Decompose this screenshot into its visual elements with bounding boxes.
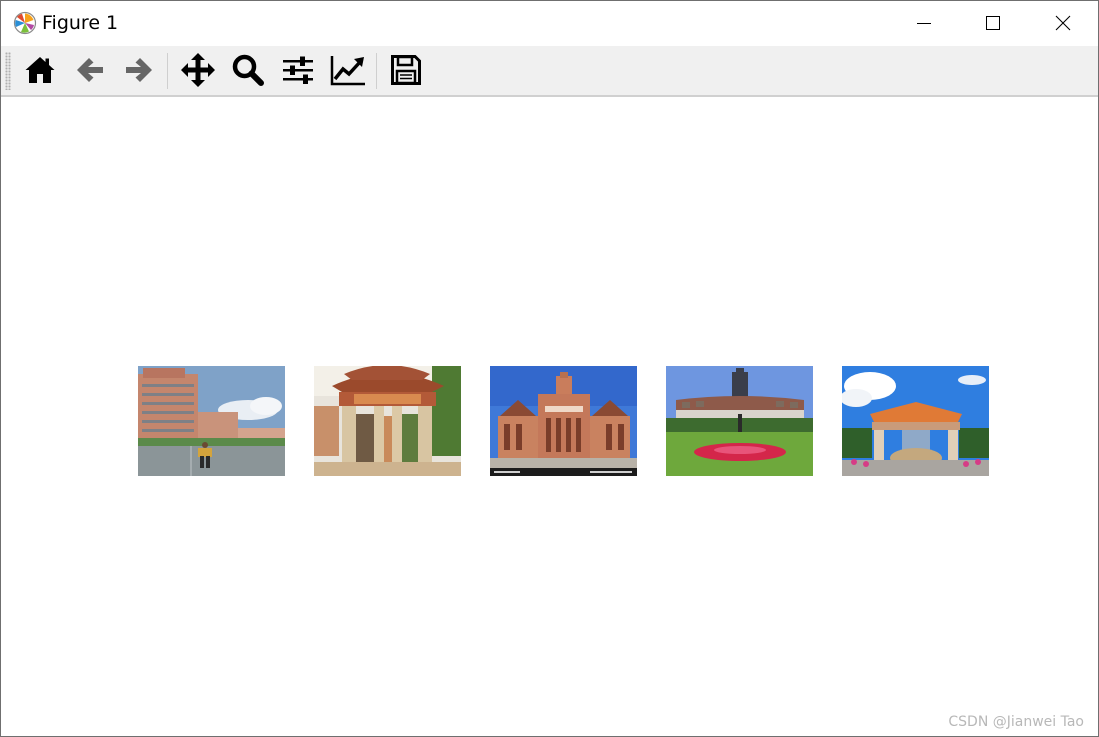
image-4 (666, 366, 813, 476)
magnifier-icon (231, 53, 265, 91)
floppy-disk-icon (390, 54, 422, 90)
arrow-right-icon (123, 55, 155, 89)
image-1 (138, 366, 285, 476)
minimize-button[interactable] (890, 1, 958, 45)
pan-button[interactable] (178, 52, 218, 92)
figure-window: Figure 1 CSDN @Jianwei Tao (0, 0, 1099, 737)
subplots-button[interactable] (278, 52, 318, 92)
minimize-icon (916, 15, 932, 31)
move-arrows-icon (180, 52, 216, 92)
back-button[interactable] (70, 52, 110, 92)
close-button[interactable] (1029, 1, 1097, 45)
line-chart-icon (330, 54, 366, 90)
arrow-left-icon (74, 55, 106, 89)
home-button[interactable] (20, 52, 60, 92)
toolbar-separator (167, 53, 168, 89)
window-title: Figure 1 (42, 12, 119, 34)
toolbar-separator (376, 53, 377, 89)
home-icon (24, 55, 56, 89)
edit-axes-button[interactable] (328, 52, 368, 92)
toolbar-grip[interactable] (5, 52, 11, 90)
close-icon (1055, 15, 1071, 31)
figure-canvas[interactable]: CSDN @Jianwei Tao (1, 97, 1098, 736)
title-bar[interactable]: Figure 1 (1, 1, 1098, 45)
maximize-icon (985, 15, 1001, 31)
image-3 (490, 366, 637, 476)
sliders-icon (282, 55, 314, 89)
maximize-button[interactable] (959, 1, 1027, 45)
forward-button[interactable] (119, 52, 159, 92)
image-2 (314, 366, 461, 476)
navigation-toolbar (1, 46, 1098, 97)
save-button[interactable] (386, 52, 426, 92)
zoom-button[interactable] (228, 52, 268, 92)
matplotlib-logo-icon (13, 11, 37, 35)
watermark: CSDN @Jianwei Tao (948, 714, 1084, 730)
image-5 (842, 366, 989, 476)
